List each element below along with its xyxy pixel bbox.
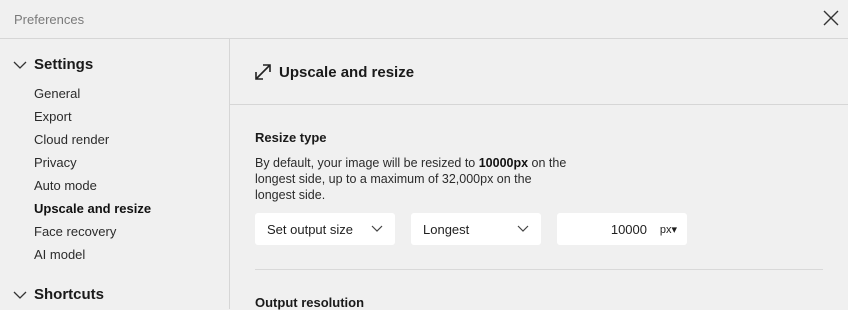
sidebar-item-upscale-and-resize[interactable]: Upscale and resize — [34, 201, 151, 216]
sidebar-item-general[interactable]: General — [34, 86, 80, 101]
sidebar-item-export[interactable]: Export — [34, 109, 72, 124]
sidebar-section-label: Shortcuts — [34, 286, 105, 303]
sidebar-section-label: Settings — [34, 56, 94, 73]
page-title: Upscale and resize — [279, 64, 415, 81]
unit-select[interactable]: px▾ — [660, 223, 677, 236]
side-value: Longest — [423, 222, 470, 237]
chevron-down-icon — [13, 291, 27, 299]
resize-description: By default, your image will be resized t… — [255, 156, 567, 202]
chevron-down-icon — [517, 225, 529, 232]
output-resolution-heading: Output resolution — [255, 295, 365, 310]
side-dropdown[interactable]: Longest — [411, 213, 541, 245]
chevron-down-icon — [371, 225, 383, 232]
divider — [255, 269, 823, 270]
chevron-down-icon — [13, 61, 27, 69]
sidebar-section-settings[interactable]: Settings — [13, 56, 93, 73]
sidebar-item-privacy[interactable]: Privacy — [34, 155, 77, 170]
sidebar-item-auto-mode[interactable]: Auto mode — [34, 178, 97, 193]
resize-type-heading: Resize type — [255, 130, 327, 145]
sidebar-item-face-recovery[interactable]: Face recovery — [34, 224, 116, 239]
main-panel: Upscale and resize Resize type By defaul… — [230, 39, 848, 310]
title-bar: Preferences — [0, 0, 848, 39]
size-input[interactable]: 10000 px▾ — [557, 213, 687, 245]
panel-header: Upscale and resize — [230, 39, 848, 105]
sidebar-section-shortcuts[interactable]: Shortcuts — [13, 286, 104, 303]
sidebar-item-cloud-render[interactable]: Cloud render — [34, 132, 109, 147]
sidebar: Settings General Export Cloud render Pri… — [0, 39, 230, 309]
size-value: 10000 — [610, 222, 647, 237]
resize-mode-value: Set output size — [267, 222, 353, 237]
expand-arrow-icon — [255, 64, 271, 80]
window-title: Preferences — [14, 12, 85, 27]
close-button[interactable] — [822, 9, 840, 27]
resize-default-size: 10000px — [478, 156, 529, 170]
sidebar-item-ai-model[interactable]: AI model — [34, 247, 85, 262]
resize-mode-dropdown[interactable]: Set output size — [255, 213, 395, 245]
close-icon — [823, 10, 839, 26]
